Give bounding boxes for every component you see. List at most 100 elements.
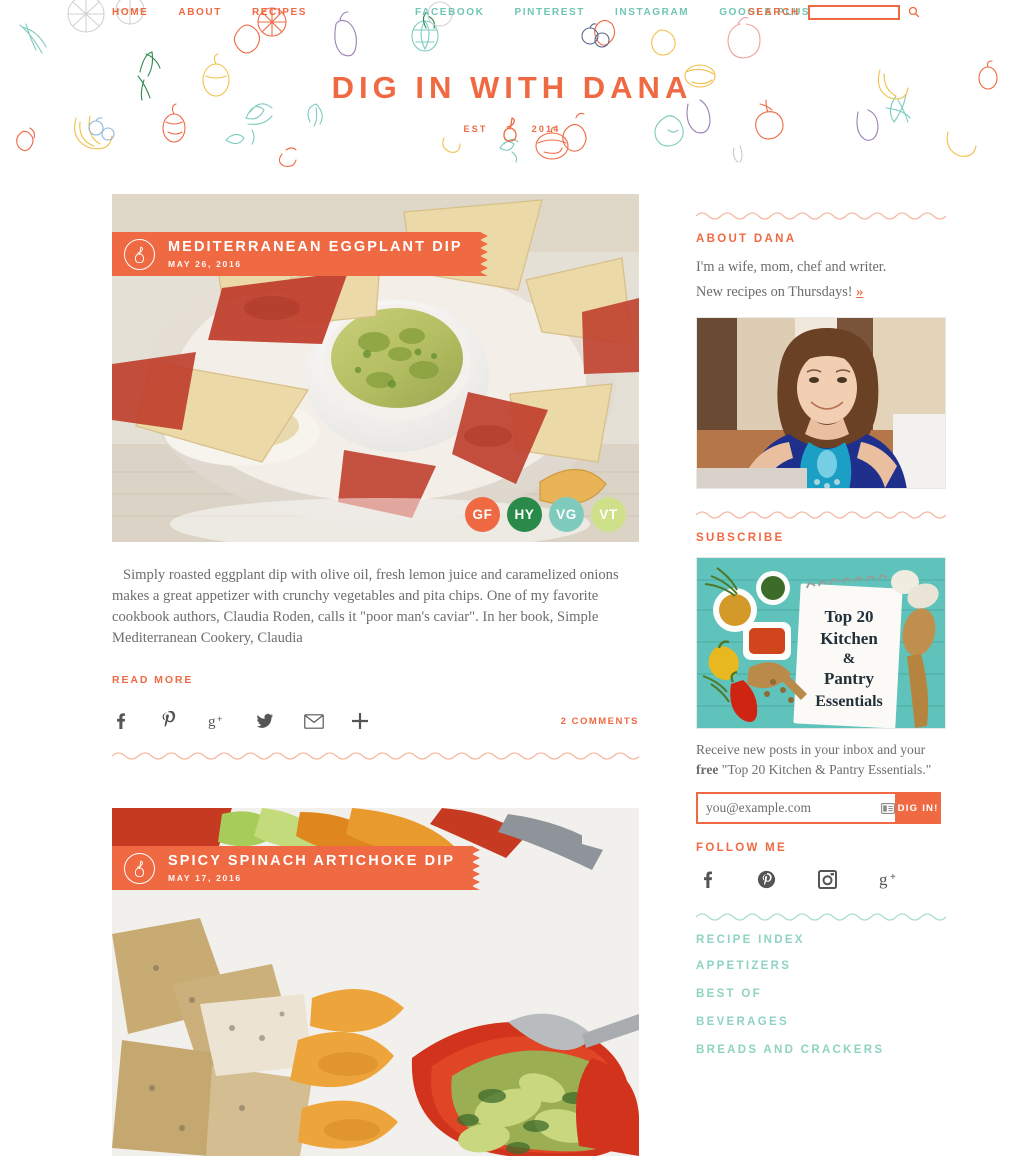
site-branding: DIG IN WITH DANA EST 2014 [0,70,1024,142]
badge-vg[interactable]: VG [549,497,584,532]
subscribe-promo-image[interactable]: Top 20 Kitchen & Pantry Essentials [696,557,946,729]
established-prefix: EST [463,124,488,134]
post-title-banner: MEDITERRANEAN EGGPLANT DIP MAY 26, 2016 [112,232,488,276]
svg-text:+: + [890,872,896,883]
subscribe-copy-part1: Receive new posts in your inbox and your [696,742,926,757]
read-more-link[interactable]: READ MORE [112,674,193,686]
post-date: MAY 17, 2016 [168,873,242,883]
nav-about[interactable]: ABOUT [178,7,222,18]
post-card: MEDITERRANEAN EGGPLANT DIP MAY 26, 2016 … [112,194,639,782]
share-pinterest-icon[interactable] [160,711,208,731]
follow-facebook-icon[interactable] [699,870,715,889]
post-title: SPICY SPINACH ARTICHOKE DIP [168,853,456,869]
subscribe-email-input[interactable] [696,792,880,824]
author-portrait-image [697,318,945,488]
svg-text:+: + [217,714,222,724]
badge-vg-label: VG [556,507,577,522]
post-excerpt: Simply roasted eggplant dip with olive o… [112,567,619,646]
nav-facebook[interactable]: FACEBOOK [415,7,484,18]
follow-pinterest-icon[interactable] [757,870,776,889]
post-featured-image[interactable]: SPICY SPINACH ARTICHOKE DIP MAY 17, 2016 [112,808,639,1156]
subscribe-copy-bold: free [696,762,719,777]
badge-hy[interactable]: HY [507,497,542,532]
svg-text:g: g [208,714,216,730]
subscribe-copy: Receive new posts in your inbox and your… [696,740,946,780]
post-date: MAY 26, 2016 [168,259,242,269]
search-input[interactable] [807,5,900,20]
follow-heading: FOLLOW ME [696,842,787,854]
about-line-2: New recipes on Thursdays! [696,284,853,300]
top-navigation: HOME ABOUT RECIPES FACEBOOK PINTEREST IN… [0,0,1024,22]
established-line: EST 2014 [0,116,1024,142]
recipe-index-heading: RECIPE INDEX [696,934,805,946]
share-facebook-icon[interactable] [112,712,160,730]
promo-line-3: & [843,651,856,667]
post-title: MEDITERRANEAN EGGPLANT DIP [168,239,463,255]
wave-divider [112,752,639,760]
about-heading: ABOUT DANA [696,233,797,245]
badge-vt[interactable]: VT [591,497,626,532]
share-google-plus-icon[interactable]: g + [208,712,256,730]
site-header: HOME ABOUT RECIPES FACEBOOK PINTEREST IN… [0,0,1024,180]
subscribe-heading: SUBSCRIBE [696,532,785,544]
follow-instagram-icon[interactable] [818,870,837,889]
page-body: MEDITERRANEAN EGGPLANT DIP MAY 26, 2016 … [0,180,1024,1156]
follow-icons-row: g + [696,870,946,889]
nav-pinterest[interactable]: PINTEREST [514,7,585,18]
subscribe-submit-button[interactable]: DIG IN! [895,792,941,824]
promo-line-4: Pantry [824,669,875,688]
wave-divider [696,212,946,220]
badge-gf[interactable]: GF [465,497,500,532]
recipe-index-item-appetizers[interactable]: APPETIZERS [696,960,946,972]
pantry-essentials-graphic: Top 20 Kitchen & Pantry Essentials [697,558,945,728]
about-more-chevrons-icon[interactable]: » [856,284,863,300]
site-title: DIG IN WITH DANA [331,70,693,105]
post-title-banner: SPICY SPINACH ARTICHOKE DIP MAY 17, 2016 [112,846,481,890]
promo-line-2: Kitchen [820,629,878,648]
sidebar: ABOUT DANA I'm a wife, mom, chef and wri… [640,194,1024,1156]
promo-line-5: Essentials [815,693,883,710]
badge-hy-label: HY [514,507,535,522]
post-card: SPICY SPINACH ARTICHOKE DIP MAY 17, 2016 [112,808,639,1156]
about-line-1: I'm a wife, mom, chef and writer. [696,259,887,275]
sidebar-follow-block: FOLLOW ME g + [696,842,946,889]
follow-google-plus-icon[interactable]: g + [879,870,900,889]
wave-divider [696,511,946,519]
primary-nav-group: HOME ABOUT RECIPES [112,7,307,18]
author-photo [696,317,946,489]
banner-zigzag-edge [479,232,488,276]
banner-zigzag-edge [472,846,481,890]
search-icon[interactable] [908,6,920,20]
share-twitter-icon[interactable] [256,713,304,729]
search-label: SEARCH [748,7,800,18]
nav-instagram[interactable]: INSTAGRAM [615,7,689,18]
comments-count-link[interactable]: 2 COMMENTS [561,716,639,727]
recipe-index-list: APPETIZERS BEST OF BEVERAGES BREADS AND … [696,960,946,1056]
nav-home[interactable]: HOME [112,7,148,18]
autofill-card-icon[interactable] [880,792,896,824]
recipe-index-item-beverages[interactable]: BEVERAGES [696,1016,946,1028]
sidebar-about-block: ABOUT DANA I'm a wife, mom, chef and wri… [696,210,946,489]
share-email-icon[interactable] [304,713,352,729]
dig-in-logo-mark-icon [124,238,155,270]
post-featured-image[interactable]: MEDITERRANEAN EGGPLANT DIP MAY 26, 2016 … [112,194,639,542]
main-content: MEDITERRANEAN EGGPLANT DIP MAY 26, 2016 … [0,194,640,1156]
dig-in-logo-mark [502,117,517,142]
about-line-2-wrap: New recipes on Thursdays! » [696,281,946,304]
badge-gf-label: GF [472,507,493,522]
svg-text:g: g [879,870,888,889]
nav-recipes[interactable]: RECIPES [252,7,307,18]
search-area: SEARCH [748,5,920,20]
share-bar: g + 2 COMMENTS [112,708,639,734]
share-more-icon[interactable] [352,713,400,729]
established-year: 2014 [531,124,561,134]
promo-line-1: Top 20 [825,607,874,626]
badge-vt-label: VT [599,507,618,522]
subscribe-form: DIG IN! [696,792,941,824]
sidebar-recipe-index-block: RECIPE INDEX APPETIZERS BEST OF BEVERAGE… [696,911,946,1056]
diet-badges: GF HY VG VT [465,497,626,532]
subscribe-copy-part2: "Top 20 Kitchen & Pantry Essentials." [718,762,932,777]
recipe-index-item-breads-and-crackers[interactable]: BREADS AND CRACKERS [696,1044,946,1056]
dig-in-logo-mark-icon [124,852,155,884]
sidebar-subscribe-block: SUBSCRIBE Top 20 Kitchen & Pantry Essent… [696,509,946,824]
